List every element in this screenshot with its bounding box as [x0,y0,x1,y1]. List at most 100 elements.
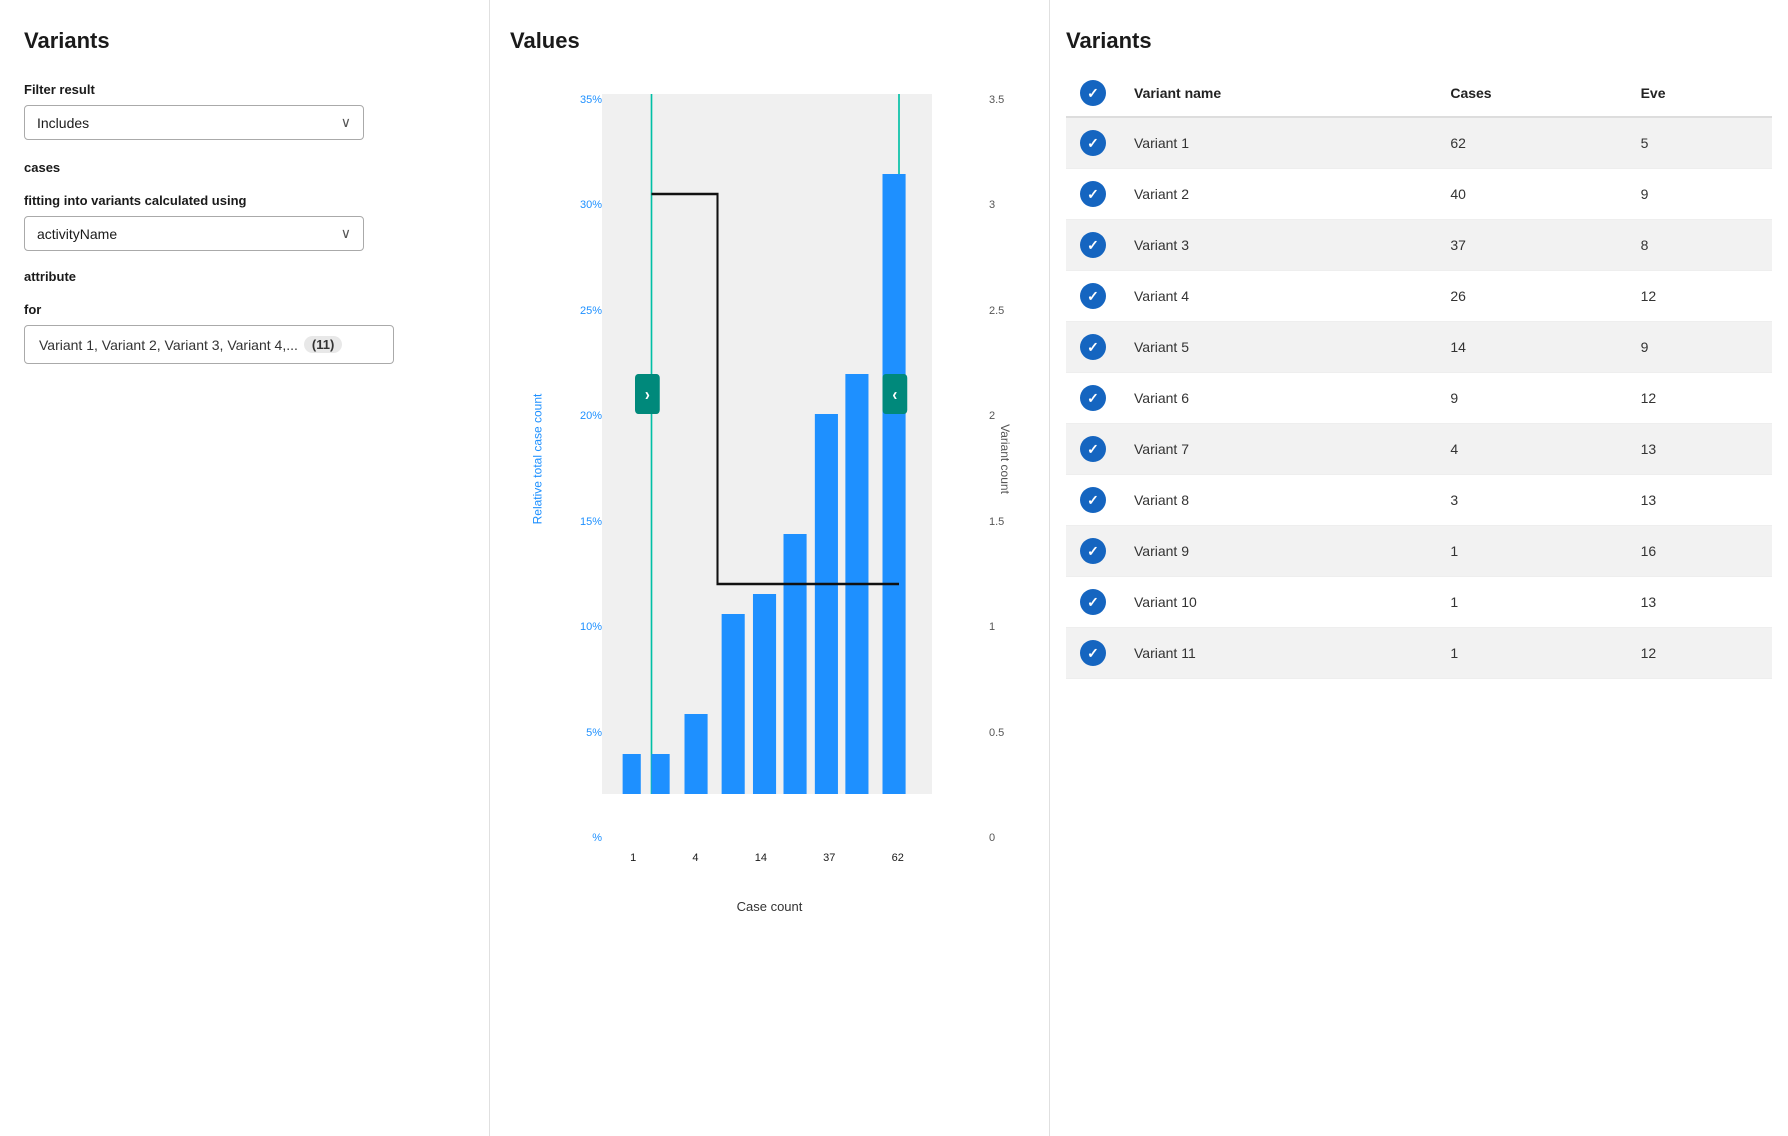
row-variant-name: Variant 9 [1120,526,1436,577]
row-eve: 12 [1627,373,1772,424]
table-row: ✓ Variant 6 9 12 [1066,373,1772,424]
row-cases: 9 [1436,373,1626,424]
check-icon[interactable]: ✓ [1080,130,1106,156]
row-variant-name: Variant 8 [1120,475,1436,526]
table-row: ✓ Variant 4 26 12 [1066,271,1772,322]
variants-table: ✓ Variant name Cases Eve ✓ Variant 1 62 … [1066,70,1772,679]
row-eve: 13 [1627,475,1772,526]
header-check-icon[interactable]: ✓ [1080,80,1106,106]
row-cases: 1 [1436,526,1626,577]
row-check-cell: ✓ [1066,322,1120,373]
row-variant-name: Variant 3 [1120,220,1436,271]
filter-result-dropdown[interactable]: Includes ∨ [24,105,364,140]
left-panel-title: Variants [24,28,465,54]
col-header-cases: Cases [1436,70,1626,117]
row-cases: 1 [1436,628,1626,679]
fitting-value: activityName [37,226,117,242]
row-variant-name: Variant 6 [1120,373,1436,424]
check-icon[interactable]: ✓ [1080,538,1106,564]
row-check-cell: ✓ [1066,169,1120,220]
row-variant-name: Variant 2 [1120,169,1436,220]
check-icon[interactable]: ✓ [1080,385,1106,411]
chart-container: Relative total case count Variant count … [510,74,1029,924]
x-axis-label: Case count [737,899,803,914]
row-cases: 14 [1436,322,1626,373]
chevron-down-icon-2: ∨ [341,225,351,242]
table-row: ✓ Variant 5 14 9 [1066,322,1772,373]
table-row: ✓ Variant 10 1 13 [1066,577,1772,628]
row-variant-name: Variant 7 [1120,424,1436,475]
row-cases: 1 [1436,577,1626,628]
row-cases: 26 [1436,271,1626,322]
attribute-label: attribute [24,269,465,284]
right-panel: Variants ✓ Variant name Cases Eve ✓ Va [1050,0,1788,1136]
row-cases: 40 [1436,169,1626,220]
row-eve: 9 [1627,322,1772,373]
row-variant-name: Variant 1 [1120,117,1436,169]
check-icon[interactable]: ✓ [1080,181,1106,207]
right-panel-title: Variants [1066,28,1772,54]
row-variant-name: Variant 5 [1120,322,1436,373]
col-header-check: ✓ [1066,70,1120,117]
svg-text:›: › [645,385,650,405]
table-row: ✓ Variant 2 40 9 [1066,169,1772,220]
row-check-cell: ✓ [1066,117,1120,169]
row-check-cell: ✓ [1066,373,1120,424]
table-row: ✓ Variant 7 4 13 [1066,424,1772,475]
row-cases: 4 [1436,424,1626,475]
check-icon[interactable]: ✓ [1080,283,1106,309]
row-check-cell: ✓ [1066,220,1120,271]
row-check-cell: ✓ [1066,577,1120,628]
row-check-cell: ✓ [1066,271,1120,322]
row-eve: 13 [1627,424,1772,475]
row-cases: 37 [1436,220,1626,271]
row-check-cell: ✓ [1066,424,1120,475]
check-icon[interactable]: ✓ [1080,334,1106,360]
check-icon[interactable]: ✓ [1080,640,1106,666]
row-check-cell: ✓ [1066,526,1120,577]
chart-svg: › ‹ [602,94,932,794]
y-ticks-right: 3.5 3 2.5 2 1.5 1 0.5 0 [985,94,1029,844]
check-icon[interactable]: ✓ [1080,487,1106,513]
filter-result-value: Includes [37,115,89,131]
check-icon[interactable]: ✓ [1080,232,1106,258]
row-cases: 62 [1436,117,1626,169]
middle-panel: Values Relative total case count Variant… [490,0,1050,1136]
row-eve: 13 [1627,577,1772,628]
chart-title: Values [510,28,1029,54]
table-row: ✓ Variant 9 1 16 [1066,526,1772,577]
for-count-badge: (11) [304,336,342,353]
y-axis-left-label: Relative total case count [510,74,565,844]
cases-label: cases [24,160,465,175]
col-header-eve: Eve [1627,70,1772,117]
chevron-down-icon: ∨ [341,114,351,131]
fitting-label: fitting into variants calculated using [24,193,465,208]
row-eve: 5 [1627,117,1772,169]
table-row: ✓ Variant 3 37 8 [1066,220,1772,271]
filter-result-label: Filter result [24,82,465,97]
y-ticks-left: 35% 30% 25% 20% 15% 10% 5% % [566,94,602,844]
row-check-cell: ✓ [1066,628,1120,679]
row-eve: 9 [1627,169,1772,220]
for-value-text: Variant 1, Variant 2, Variant 3, Variant… [39,337,298,353]
table-header-row: ✓ Variant name Cases Eve [1066,70,1772,117]
table-row: ✓ Variant 1 62 5 [1066,117,1772,169]
check-icon[interactable]: ✓ [1080,589,1106,615]
row-eve: 12 [1627,271,1772,322]
left-panel: Variants Filter result Includes ∨ cases … [0,0,490,1136]
row-variant-name: Variant 10 [1120,577,1436,628]
row-check-cell: ✓ [1066,475,1120,526]
fitting-dropdown[interactable]: activityName ∨ [24,216,364,251]
table-row: ✓ Variant 11 1 12 [1066,628,1772,679]
check-icon[interactable]: ✓ [1080,436,1106,462]
row-eve: 8 [1627,220,1772,271]
svg-text:‹: ‹ [892,385,897,405]
for-label: for [24,302,465,317]
col-header-name: Variant name [1120,70,1436,117]
for-value-box[interactable]: Variant 1, Variant 2, Variant 3, Variant… [24,325,394,364]
row-variant-name: Variant 11 [1120,628,1436,679]
row-cases: 3 [1436,475,1626,526]
x-ticks: 1 4 14 37 62 [602,852,932,864]
row-eve: 12 [1627,628,1772,679]
row-eve: 16 [1627,526,1772,577]
